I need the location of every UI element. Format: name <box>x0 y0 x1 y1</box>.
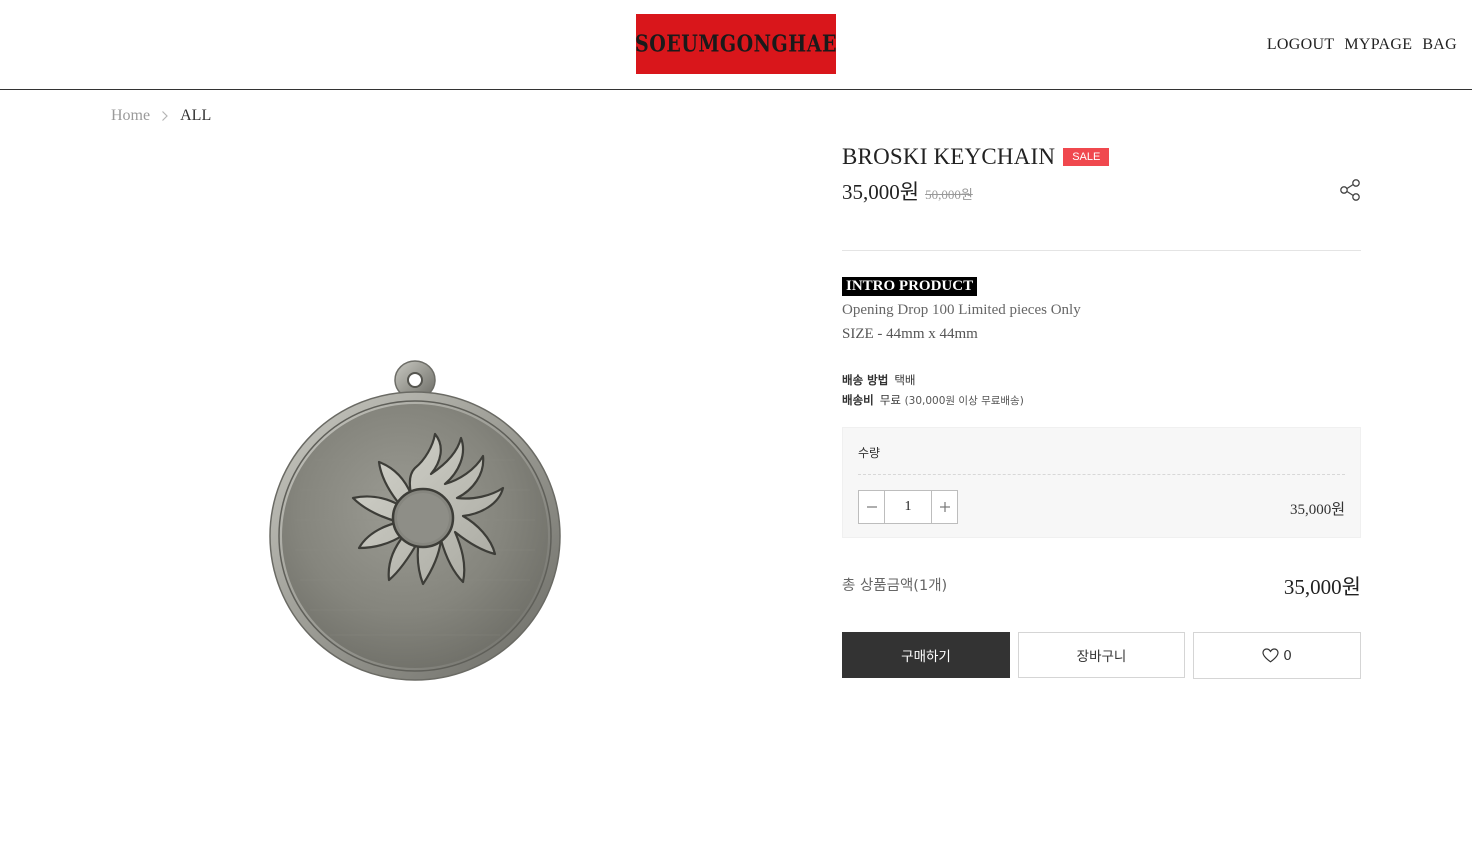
breadcrumb: Home ALL <box>111 107 211 125</box>
sale-price: 35,000원 <box>842 180 920 204</box>
quantity-input[interactable]: 1 <box>884 491 932 523</box>
like-button[interactable]: 0 <box>1193 632 1361 679</box>
total-price: 35,000원 <box>1283 575 1361 599</box>
breadcrumb-home-link[interactable]: Home <box>111 107 150 125</box>
title-row: BROSKI KEYCHAIN SALE <box>842 144 1110 170</box>
site-logo[interactable]: SOEUMGONGHAE <box>635 14 837 74</box>
shipping-method-label: 배송 방법 <box>842 373 889 387</box>
site-header: SOEUMGONGHAE LOGOUT MYPAGE BAG <box>0 0 1472 90</box>
nav-bag-link[interactable]: BAG <box>1422 36 1457 54</box>
divider <box>858 474 1345 475</box>
nav-logout-link[interactable]: LOGOUT <box>1267 36 1335 54</box>
product-description: Opening Drop 100 Limited pieces Only <box>842 302 1081 318</box>
share-icon[interactable] <box>1339 178 1361 202</box>
product-image[interactable] <box>255 350 575 690</box>
add-to-cart-button[interactable]: 장바구니 <box>1018 632 1185 678</box>
like-count: 0 <box>1283 647 1292 664</box>
product-title: BROSKI KEYCHAIN <box>842 144 1056 169</box>
plus-icon[interactable] <box>932 491 957 523</box>
breadcrumb-current[interactable]: ALL <box>180 107 211 125</box>
product-size: SIZE - 44mm x 44mm <box>842 326 978 342</box>
shipping-fee: 배송비 무료 (30,000원 이상 무료배송) <box>842 392 1024 408</box>
shipping-fee-note: (30,000원 이상 무료배송) <box>904 395 1024 407</box>
quantity-stepper[interactable]: 1 <box>858 490 958 524</box>
nav-mypage-link[interactable]: MYPAGE <box>1344 36 1412 54</box>
logo-text: SOEUMGONGHAE <box>635 30 837 58</box>
original-price: 50,000원 <box>925 187 973 202</box>
shipping-method: 배송 방법 택배 <box>842 372 916 388</box>
quantity-panel: 수량 1 35,000원 <box>842 427 1361 538</box>
top-nav: LOGOUT MYPAGE BAG <box>1267 36 1457 54</box>
keychain-image <box>269 360 561 681</box>
shipping-method-value: 택배 <box>894 373 916 387</box>
intro-product-tag: INTRO PRODUCT <box>842 277 978 296</box>
chevron-right-icon <box>150 110 180 122</box>
line-item-price: 35,000원 <box>1289 502 1345 518</box>
total-label: 총 상품금액(1개) <box>842 578 948 594</box>
divider <box>842 250 1361 251</box>
cart-button-label: 장바구니 <box>1076 649 1127 665</box>
shipping-fee-value: 무료 <box>879 393 901 407</box>
buy-button[interactable]: 구매하기 <box>842 632 1010 678</box>
shipping-fee-label: 배송비 <box>842 393 874 407</box>
buy-button-label: 구매하기 <box>901 649 951 665</box>
sale-badge: SALE <box>1063 148 1110 166</box>
price-row: 35,000원 50,000원 <box>842 176 973 206</box>
minus-icon[interactable] <box>859 491 884 523</box>
heart-icon <box>1262 648 1279 663</box>
quantity-label: 수량 <box>858 446 881 460</box>
